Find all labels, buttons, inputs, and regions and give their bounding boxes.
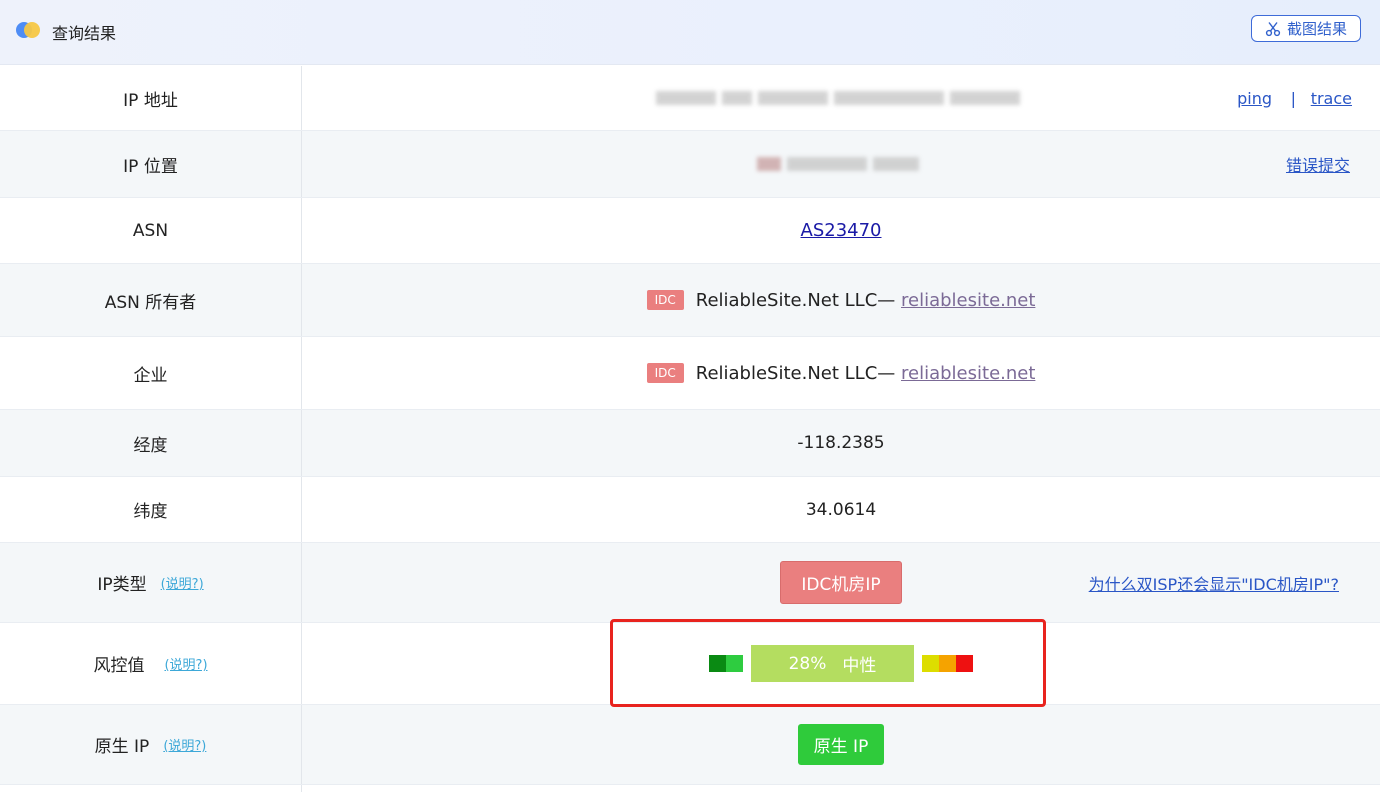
risk-label: 风控值	[93, 656, 145, 676]
risk-highlight-box	[610, 619, 1046, 707]
asn-owner-name: ReliableSite.Net LLC—	[695, 289, 902, 311]
ip-location-label: IP 位置	[0, 131, 302, 197]
native-ip-help-link[interactable]: (说明?)	[163, 735, 206, 754]
screenshot-button[interactable]: 截图结果	[1251, 15, 1361, 42]
asn-label: ASN	[0, 198, 302, 263]
native-ip-label: 原生 IP	[94, 737, 150, 757]
native-ip-badge: 原生 IP	[797, 724, 885, 765]
row-asn: ASN AS23470	[0, 198, 1380, 264]
asn-owner-label: ASN 所有者	[0, 264, 302, 336]
label-column-divider	[0, 785, 302, 792]
idc-badge: IDC	[646, 363, 684, 383]
ip-type-badge: IDC机房IP	[780, 561, 902, 604]
asn-owner-domain-link[interactable]: reliablesite.net	[901, 290, 1035, 311]
ip-location-value-redacted	[302, 131, 1380, 197]
ip-type-label-cell: IP类型 (说明?)	[0, 543, 302, 622]
ip-address-label: IP 地址	[0, 66, 302, 130]
row-company: 企业 IDC ReliableSite.Net LLC— reliablesit…	[0, 337, 1380, 410]
result-header: 查询结果 截图结果	[0, 0, 1380, 65]
row-native-ip: 原生 IP (说明?) 原生 IP	[0, 705, 1380, 785]
longitude-label: 经度	[0, 410, 302, 476]
longitude-value: -118.2385	[797, 433, 885, 453]
screenshot-button-label: 截图结果	[1286, 20, 1347, 38]
idc-badge: IDC	[646, 290, 684, 310]
row-latitude: 纬度 34.0614	[0, 477, 1380, 543]
row-ip-address: IP 地址 ping | trace	[0, 66, 1380, 131]
ip-type-label: IP类型	[97, 575, 147, 595]
logo-icon-secondary	[24, 22, 40, 38]
latitude-label: 纬度	[0, 477, 302, 542]
trace-link[interactable]: trace	[1311, 66, 1352, 130]
latitude-value: 34.0614	[805, 499, 877, 520]
link-separator: |	[1290, 88, 1296, 108]
company-name: ReliableSite.Net LLC—	[695, 362, 902, 384]
company-domain-link[interactable]: reliablesite.net	[901, 363, 1035, 384]
ping-link[interactable]: ping	[1237, 66, 1272, 130]
ip-type-help-link[interactable]: (说明?)	[161, 573, 204, 592]
row-longitude: 经度 -118.2385	[0, 410, 1380, 477]
company-label: 企业	[0, 337, 302, 409]
dual-isp-faq-link[interactable]: 为什么双ISP还会显示"IDC机房IP"?	[1089, 543, 1339, 622]
header-title: 查询结果	[52, 24, 117, 43]
row-ip-location: IP 位置 错误提交	[0, 131, 1380, 198]
ip-address-value-redacted	[302, 66, 1380, 130]
risk-help-link[interactable]: (说明?)	[164, 654, 207, 673]
native-ip-label-cell: 原生 IP (说明?)	[0, 705, 302, 784]
scissors-icon	[1265, 21, 1281, 36]
row-asn-owner: ASN 所有者 IDC ReliableSite.Net LLC— reliab…	[0, 264, 1380, 337]
row-ip-type: IP类型 (说明?) IDC机房IP 为什么双ISP还会显示"IDC机房IP"?	[0, 543, 1380, 623]
asn-link[interactable]: AS23470	[801, 220, 882, 241]
table-tail	[0, 785, 1380, 792]
report-error-link[interactable]: 错误提交	[1286, 131, 1350, 197]
risk-label-cell: 风控值 (说明?)	[0, 623, 302, 704]
